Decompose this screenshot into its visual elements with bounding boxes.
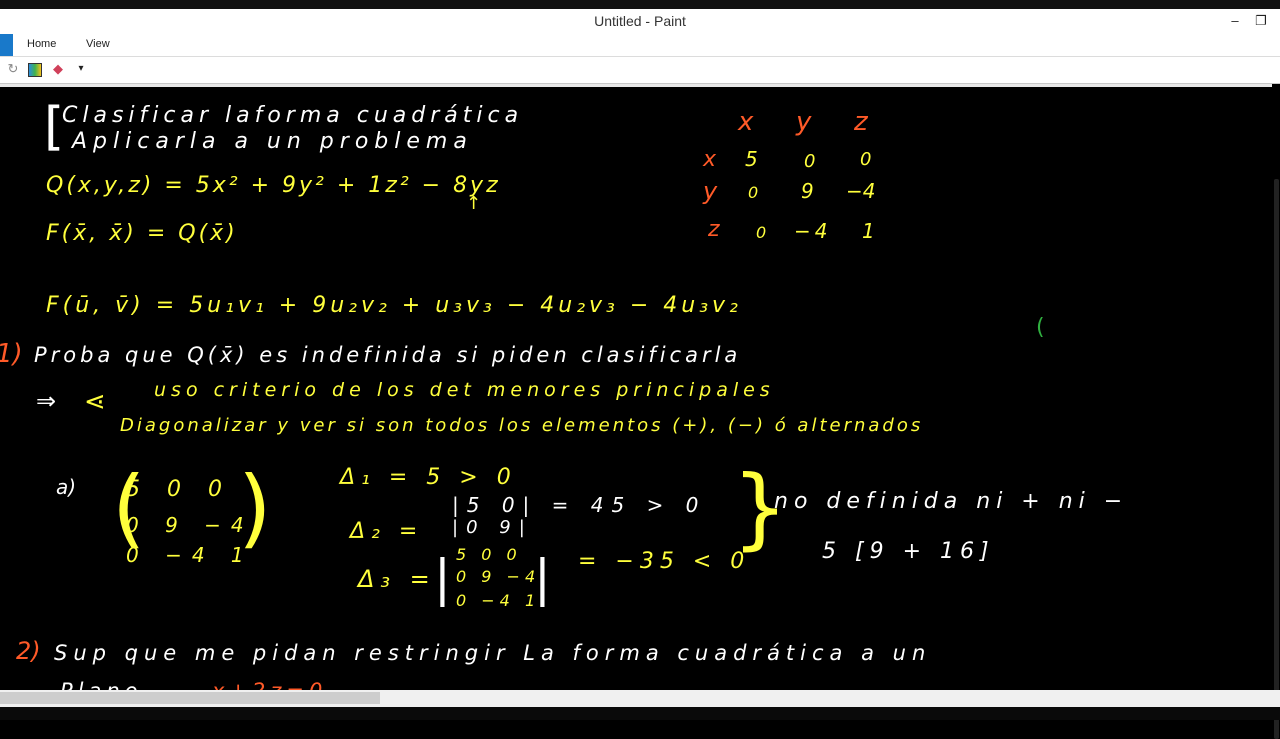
plano-equation: x+2z=0 (212, 679, 327, 690)
calc: 5 [9 + 16] (822, 539, 995, 564)
vertical-scroll-thumb[interactable] (1274, 179, 1279, 739)
q-definition: Q(x,y,z) = 5x² + 9y² + 1z² − 8yz (46, 173, 501, 198)
mat-header-z: z (854, 107, 868, 137)
stray-mark: ( (1036, 315, 1045, 340)
mat-cell: 1 (862, 219, 875, 243)
status-bar (0, 707, 1280, 720)
delta3-value: = −35 < 0 (578, 549, 751, 574)
matrix-row-2: 0 9 −4 (126, 513, 254, 537)
mat-cell: 0 (804, 151, 816, 172)
horizontal-scrollbar[interactable] (0, 690, 1280, 707)
diag-text: Diagonalizar y ver si son todos los elem… (120, 415, 924, 436)
step2-number: 2) (16, 637, 41, 665)
mat-cell: 0 (748, 183, 759, 202)
color-icon[interactable] (28, 63, 42, 77)
line-clasificar: Clasificar laforma cuadrática (62, 103, 524, 128)
vertical-scrollbar[interactable] (1272, 84, 1280, 739)
delta2-label: Δ₂ = (350, 519, 424, 544)
file-tab[interactable] (0, 34, 13, 56)
matrix-row-1: 5 0 0 (126, 477, 232, 502)
implies-arrow: ⇒ (36, 387, 57, 415)
matrix-row-3: 0 −4 1 (126, 543, 254, 567)
mat-cell: −4 (846, 179, 876, 203)
mat-row-label-y: y (703, 177, 718, 205)
mat-header-y: y (796, 107, 812, 137)
matrix-right-paren: ) (238, 458, 272, 558)
delta2-det-row2: |0 9| (452, 517, 533, 538)
bilinear-form: F(ū, v̄) = 5u₁v₁ + 9u₂v₂ + u₃v₃ − 4u₂v₃ … (46, 293, 742, 318)
prob-text: Proba que Q(x̄) es indefinida si piden c… (34, 343, 742, 367)
delta3-right-bar: | (534, 549, 551, 607)
eraser-icon[interactable]: ◆ (50, 61, 66, 77)
mat-cell: 0 (860, 149, 872, 170)
delta3-row-1: 5 0 0 (456, 545, 522, 564)
redo-icon[interactable]: ↻ (5, 61, 21, 77)
q-mark: ↑ (466, 193, 482, 214)
step1-number: 1) (0, 339, 23, 369)
quick-access-toolbar: ↻ ◆ ▾ (0, 57, 1280, 84)
mat-cell: 9 (801, 179, 814, 203)
mat-row-label-z: z (708, 217, 720, 242)
criterio-text: uso criterio de los det menores principa… (154, 379, 775, 401)
part-a-label: a) (56, 475, 77, 499)
mat-row-label-x: x (703, 147, 717, 172)
delta3-label: Δ₃ = (358, 565, 436, 593)
delta1: Δ₁ = 5 > 0 (340, 465, 517, 490)
branch-arrow: ⋖ (84, 387, 106, 417)
minimize-icon[interactable]: – (1224, 12, 1246, 30)
mat-cell: 5 (745, 147, 758, 171)
title-bar: Untitled - Paint – ❐ (0, 0, 1280, 34)
ribbon-tabs: Home View (0, 34, 1280, 57)
delta3-row-2: 0 9 −4 (456, 567, 541, 586)
mat-cell: 0 (756, 223, 767, 242)
drawing-canvas[interactable]: [ Clasificar laforma cuadrática Aplicarl… (0, 84, 1280, 690)
tab-view[interactable]: View (86, 38, 110, 50)
line-aplicarla: Aplicarla a un problema (72, 129, 473, 154)
delta2-det: |5 0| = 45 > 0 (452, 493, 707, 517)
horizontal-scroll-thumb[interactable] (0, 692, 380, 704)
customize-qat-icon[interactable]: ▾ (73, 61, 89, 77)
tab-home[interactable]: Home (27, 38, 56, 50)
f-definition: F(x̄, x̄) = Q(x̄) (46, 221, 238, 246)
delta3-left-bar: | (434, 549, 451, 607)
delta3-row-3: 0 −4 1 (456, 591, 541, 610)
restore-icon[interactable]: ❐ (1250, 12, 1272, 30)
plano-word: Plano (60, 679, 143, 690)
step2-text: Sup que me pidan restringir La forma cua… (54, 641, 932, 665)
window-title: Untitled - Paint (594, 13, 686, 29)
mat-cell: −4 (794, 219, 832, 243)
mat-header-x: x (738, 107, 754, 137)
conclusion: no definida ni + ni − (774, 489, 1129, 514)
